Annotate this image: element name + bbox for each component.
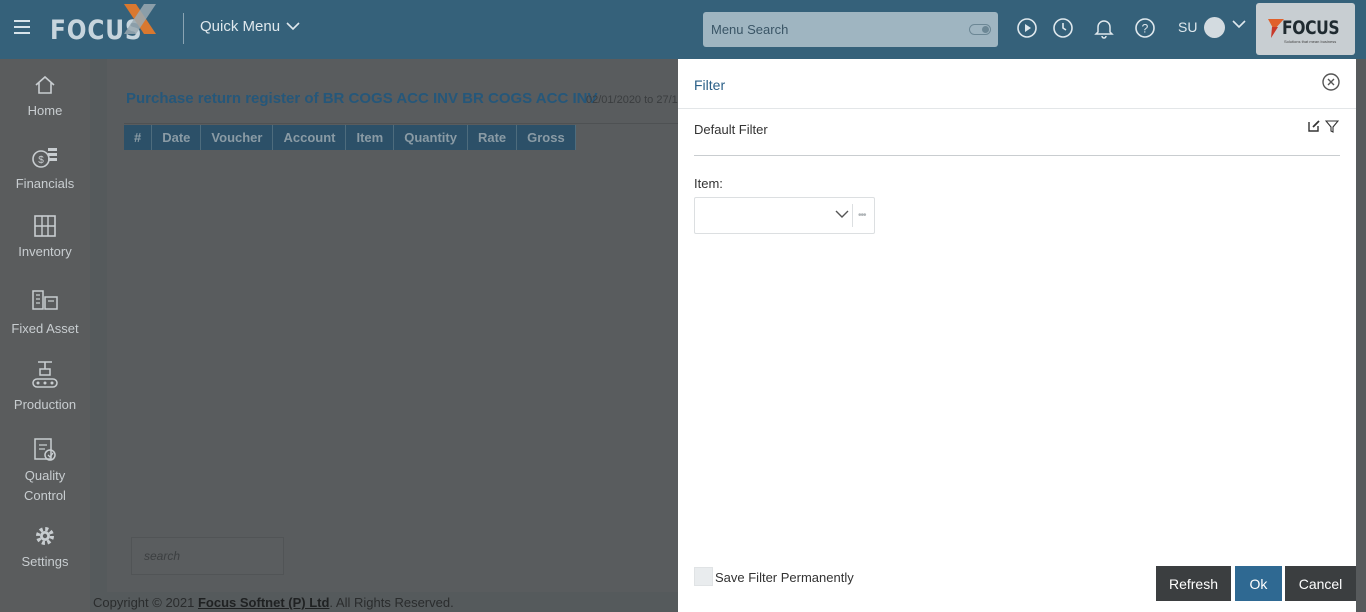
sidebar-item-production[interactable]: Production <box>0 359 90 412</box>
search-toggle[interactable] <box>969 24 991 35</box>
bell-icon[interactable] <box>1093 17 1115 39</box>
sidebar-item-label: Production <box>13 397 77 412</box>
report-table-header: # Date Voucher Account Item Quantity Rat… <box>124 125 576 150</box>
home-icon <box>35 75 55 94</box>
filter-panel: Filter Default Filter Item: ••• Save Fil… <box>678 59 1356 612</box>
topbar-divider <box>183 13 184 44</box>
column-header-date[interactable]: Date <box>152 125 202 150</box>
column-header-index[interactable]: # <box>124 125 153 150</box>
default-filter-label: Default Filter <box>694 122 768 137</box>
edit-icon[interactable] <box>1307 119 1321 133</box>
brand-logo: FOCUS Solutions that mean business <box>1256 3 1355 55</box>
column-header-quantity[interactable]: Quantity <box>394 125 468 150</box>
column-header-account[interactable]: Account <box>273 125 347 150</box>
sidebar-item-quality-control[interactable]: Quality Control <box>0 436 90 506</box>
company-link[interactable]: Focus Softnet (P) Ltd <box>198 595 329 610</box>
column-header-rate[interactable]: Rate <box>468 125 518 150</box>
column-header-item[interactable]: Item <box>346 125 395 150</box>
sidebar-item-financials[interactable]: $ Financials <box>0 144 90 191</box>
panel-divider <box>678 108 1356 109</box>
filter-panel-title: Filter <box>694 77 726 93</box>
sidebar-item-label: Inventory <box>18 244 72 259</box>
sidebar-item-fixed-asset[interactable]: Fixed Asset <box>0 285 90 336</box>
quick-menu-button[interactable]: Quick Menu <box>200 18 300 35</box>
report-area: Purchase return register of BR COGS ACC … <box>90 59 678 612</box>
copyright-prefix: Copyright © 2021 <box>93 595 198 610</box>
filter-funnel-icon[interactable] <box>1325 119 1339 133</box>
brand-tagline: Solutions that mean business <box>1284 39 1337 44</box>
sidebar-item-settings[interactable]: Settings <box>0 524 90 569</box>
play-icon[interactable] <box>1016 17 1038 39</box>
avatar[interactable] <box>1204 17 1225 38</box>
gear-icon <box>36 527 54 545</box>
title-divider <box>124 123 678 124</box>
panel-edge <box>1356 59 1366 612</box>
select-divider <box>852 204 853 227</box>
sidebar-item-label: Settings <box>21 554 69 569</box>
copyright-footer: Copyright © 2021 Focus Softnet (P) Ltd. … <box>93 595 454 610</box>
refresh-button[interactable]: Refresh <box>1156 566 1231 601</box>
svg-text:?: ? <box>1142 22 1149 36</box>
save-filter-label: Save Filter Permanently <box>715 570 854 585</box>
report-search <box>131 537 284 575</box>
top-bar: FOCUS Quick Menu ? SU FOCUS Solutions th… <box>0 0 1366 59</box>
user-menu-chevron-icon[interactable] <box>1232 20 1246 29</box>
sidebar-item-inventory[interactable]: Inventory <box>0 214 90 259</box>
quick-menu-label: Quick Menu <box>200 18 281 35</box>
ok-button[interactable]: Ok <box>1235 566 1282 601</box>
chevron-down-icon[interactable] <box>835 209 849 219</box>
cancel-button[interactable]: Cancel <box>1285 566 1356 601</box>
user-initials[interactable]: SU <box>1178 19 1197 35</box>
close-icon[interactable] <box>1321 72 1341 92</box>
save-filter-checkbox[interactable] <box>694 567 713 586</box>
chevron-down-icon <box>286 22 300 31</box>
copyright-suffix: . All Rights Reserved. <box>329 595 454 610</box>
svg-text:$: $ <box>38 155 44 166</box>
fixed-asset-icon <box>32 290 58 310</box>
report-search-input[interactable] <box>132 538 283 574</box>
default-filter-divider <box>694 155 1340 156</box>
sidebar-item-label: Fixed Asset <box>11 321 79 336</box>
logo-x-icon <box>124 4 156 34</box>
report-date-range: 02/01/2020 to 27/1 <box>586 94 678 106</box>
more-options-icon[interactable]: ••• <box>858 210 866 221</box>
menu-search-input[interactable] <box>711 12 961 47</box>
financials-icon: $ <box>32 148 57 168</box>
sidebar-item-home[interactable]: Home <box>0 73 90 118</box>
help-icon[interactable]: ? <box>1134 17 1156 39</box>
inventory-icon <box>34 215 56 237</box>
hamburger-menu-icon[interactable] <box>14 20 30 34</box>
sidebar-item-label: Home <box>27 103 63 118</box>
page-title: Purchase return register of BR COGS ACC … <box>126 90 598 107</box>
item-select[interactable]: ••• <box>694 197 875 234</box>
sidebar-item-label: Financials <box>15 176 75 191</box>
quality-control-icon <box>34 438 56 461</box>
history-clock-icon[interactable] <box>1052 17 1074 39</box>
item-field-label: Item: <box>694 176 723 191</box>
column-header-gross[interactable]: Gross <box>517 125 576 150</box>
sidebar-item-label: Quality Control <box>24 468 66 503</box>
sidebar: Home $ Financials Inventory Fixed Asset … <box>0 59 90 612</box>
brand-text: FOCUS <box>1282 17 1340 39</box>
menu-search <box>703 12 998 47</box>
production-icon <box>32 361 58 388</box>
column-header-voucher[interactable]: Voucher <box>201 125 274 150</box>
